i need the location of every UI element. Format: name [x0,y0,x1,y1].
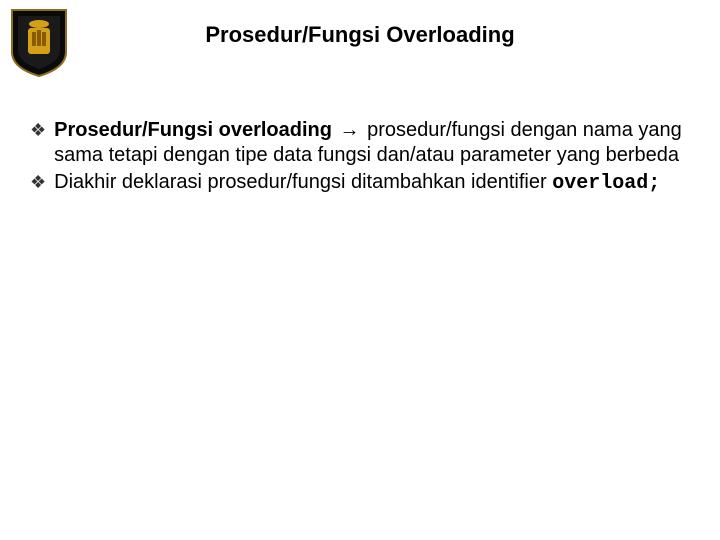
diamond-bullet-icon: ❖ [30,170,46,194]
slide-title: Prosedur/Fungsi Overloading [0,22,720,48]
bullet-code: overload; [552,172,660,195]
bullet-pre-code: Diakhir deklarasi prosedur/fungsi ditamb… [54,171,552,193]
bullet-text: Prosedur/Fungsi overloading → prosedur/f… [54,118,690,168]
arrow-right-icon: → [338,118,362,143]
bullet-item: ❖ Diakhir deklarasi prosedur/fungsi dita… [30,170,690,196]
bullet-text: Diakhir deklarasi prosedur/fungsi ditamb… [54,170,690,196]
slide: Prosedur/Fungsi Overloading ❖ Prosedur/F… [0,0,720,540]
bullet-lead-bold: Prosedur/Fungsi overloading [54,119,332,141]
slide-body: ❖ Prosedur/Fungsi overloading → prosedur… [30,118,690,198]
diamond-bullet-icon: ❖ [30,118,46,142]
bullet-item: ❖ Prosedur/Fungsi overloading → prosedur… [30,118,690,168]
